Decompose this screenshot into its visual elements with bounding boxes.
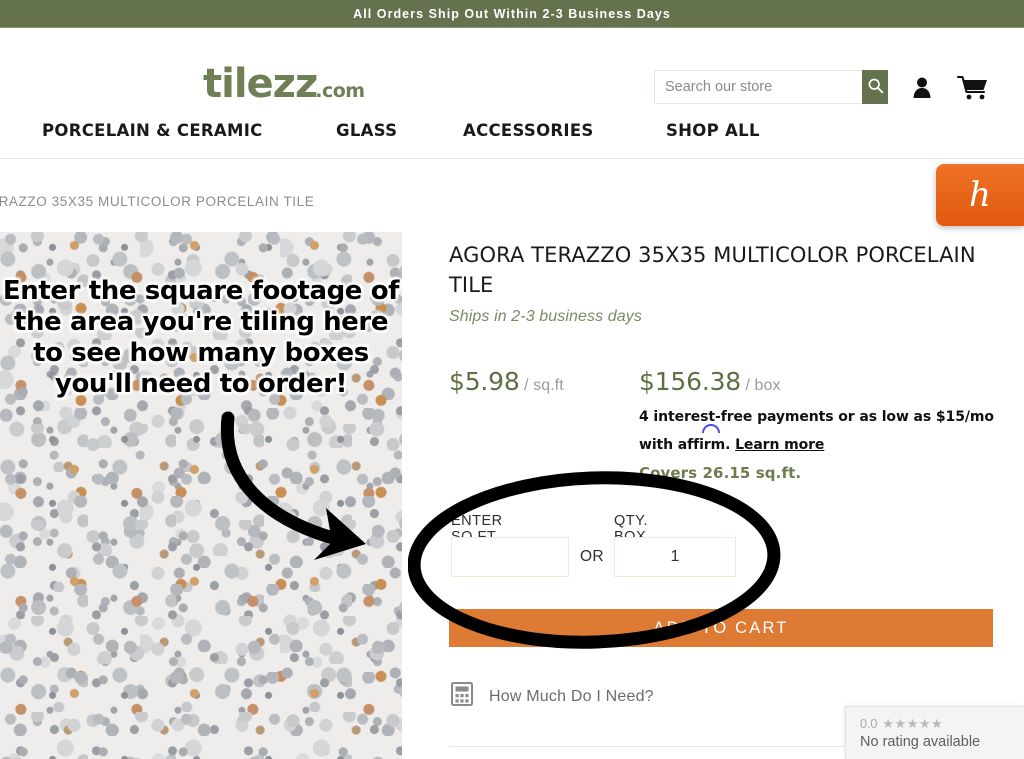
rating-summary: 0.0 ★★★★★ [860,716,1024,732]
cart-button[interactable] [956,75,989,106]
main-navigation: PORCELAIN & CERAMIC GLASS ACCESSORIES SH… [0,104,1024,159]
price-per-box: $156.38 / box [639,367,994,396]
shipping-note: Ships in 2-3 business days [449,308,642,325]
or-separator: OR [580,548,604,565]
price-sqft-amount: $5.98 [449,367,520,396]
price-sqft-unit: / sq.ft [524,377,564,394]
coverage-text: Covers 26.15 sq.ft. [639,464,802,482]
nav-item-shop-all[interactable]: SHOP ALL [666,121,760,140]
affirm-logo: affirm [677,424,726,459]
search-bar [654,70,888,104]
affirm-financing-note: 4 interest-free payments or as low as $1… [639,403,994,459]
google-rating-widget[interactable]: 0.0 ★★★★★ No rating available [845,706,1024,759]
site-logo[interactable]: tilezz.com [203,61,402,109]
search-input[interactable] [654,70,862,104]
price-box-unit: / box [745,377,781,394]
announcement-text: All Orders Ship Out Within 2-3 Business … [353,6,671,21]
affirm-learn-more-link[interactable]: Learn more [735,437,824,453]
nav-item-glass[interactable]: GLASS [336,121,397,140]
affirm-arc-icon [701,424,720,433]
affirm-with-label: with [639,437,678,453]
calculator-icon [451,682,473,711]
add-to-cart-button[interactable]: ADD TO CART [449,609,993,647]
pricing-section: $5.98 / sq.ft $156.38 / box 4 interest-f… [449,367,1009,487]
user-icon [911,77,933,103]
price-box-amount: $156.38 [639,367,741,396]
page-title: AGORA TERAZZO 35X35 MULTICOLOR PORCELAIN… [449,243,976,297]
honey-extension-badge[interactable]: h [936,164,1024,226]
search-icon [867,77,884,97]
affirm-brand-text: affirm [677,437,726,453]
product-image[interactable] [0,232,402,759]
announcement-bar: All Orders Ship Out Within 2-3 Business … [0,0,1024,28]
rating-stars-icon: ★★★★★ [882,716,944,731]
logo-tld: .com [315,80,365,102]
sqft-input[interactable] [451,537,569,577]
price-per-sqft: $5.98 / sq.ft [449,367,564,396]
affirm-period: . [725,437,731,453]
how-much-do-i-need-link[interactable]: How Much Do I Need? [451,682,654,711]
quantity-input[interactable] [614,537,736,577]
site-header: tilezz.com [0,28,1024,109]
product-page: All Orders Ship Out Within 2-3 Business … [0,0,1024,759]
nav-item-porcelain-ceramic[interactable]: PORCELAIN & CERAMIC [42,121,263,140]
affirm-terms-line: 4 interest-free payments or as low as $1… [639,409,994,425]
shopping-cart-icon [956,75,989,105]
logo-wordmark: tilezz [203,61,318,107]
price-per-box-group: $156.38 / box 4 interest-free payments o… [639,367,994,482]
account-button[interactable] [911,76,933,104]
honey-h-icon: h [969,175,991,215]
rating-message: No rating available [860,734,981,750]
how-much-label: How Much Do I Need? [489,687,654,705]
rating-score: 0.0 [860,717,878,731]
breadcrumb[interactable]: AGORA TERAZZO 35X35 MULTICOLOR PORCELAIN… [0,194,314,209]
nav-item-accessories[interactable]: ACCESSORIES [463,121,594,140]
product-info: AGORA TERAZZO 35X35 MULTICOLOR PORCELAIN… [449,240,1009,487]
search-button[interactable] [862,70,888,104]
